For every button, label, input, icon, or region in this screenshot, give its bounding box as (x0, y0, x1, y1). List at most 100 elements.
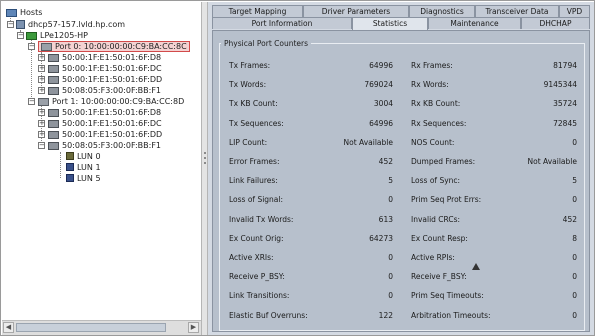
counter-value: 0 (388, 272, 393, 281)
tree-node-target[interactable]: 50:00:1F:E1:50:01:6F:DC (48, 63, 162, 74)
expand-target-toggle[interactable]: + (38, 65, 45, 72)
target-icon (48, 109, 59, 117)
counter-value: 64273 (369, 234, 393, 243)
tab-statistics[interactable]: Statistics (352, 17, 428, 30)
counter-value: 0 (572, 138, 577, 147)
splitter-grip (204, 157, 206, 159)
counter-value: Not Available (527, 157, 577, 166)
lun-icon (66, 152, 74, 160)
counter-label: Loss of Signal: (229, 195, 284, 204)
counter-value: 0 (388, 253, 393, 262)
counter-label: Link Transitions: (229, 291, 290, 300)
tree-node-target[interactable]: 50:00:1F:E1:50:01:6F:DD (48, 129, 162, 140)
expand-target-toggle[interactable]: + (38, 87, 45, 94)
tree-node-lun[interactable]: LUN 1 (66, 162, 101, 173)
tree-horizontal-scrollbar[interactable]: ◀ ▶ (2, 320, 201, 335)
expand-target-toggle[interactable]: + (38, 54, 45, 61)
expand-target-toggle[interactable]: + (38, 76, 45, 83)
counter-label: Arbitration Timeouts: (411, 311, 491, 320)
tree-node-target[interactable]: 50:00:1F:E1:50:01:6F:D8 (48, 52, 161, 63)
tree-node-port0[interactable]: Port 0: 10:00:00:00:C9:BA:CC:8C (38, 41, 190, 52)
expand-target-toggle[interactable]: + (38, 109, 45, 116)
tree-connector (60, 152, 61, 178)
counter-label: Active XRIs: (229, 253, 274, 262)
host-tree[interactable]: Hosts − dhcp57-157.lvld.hp.com − LPe1205… (2, 2, 201, 320)
tab-row-bottom: Port Information Statistics Maintenance … (212, 17, 590, 30)
tree-node-target[interactable]: 50:00:1F:E1:50:01:6F:DC (48, 118, 162, 129)
tab-vpd[interactable]: VPD (559, 5, 590, 17)
tree-node-lun[interactable]: LUN 5 (66, 173, 101, 184)
collapse-target-toggle[interactable]: − (38, 142, 45, 149)
counter-label: Ex Count Resp: (411, 234, 468, 243)
target-icon (48, 76, 59, 84)
scrollbar-thumb[interactable] (16, 323, 166, 332)
tab-maintenance[interactable]: Maintenance (428, 17, 521, 29)
adapter-icon (26, 32, 37, 40)
counter-label: Rx Frames: (411, 61, 453, 70)
tree-node-target[interactable]: 50:00:1F:E1:50:01:6F:D8 (48, 107, 161, 118)
server-icon (16, 20, 25, 29)
tree-root-hosts[interactable]: Hosts (6, 7, 42, 18)
counter-label: Ex Count Orig: (229, 234, 284, 243)
counter-value: 9145344 (543, 80, 577, 89)
counter-value: 0 (388, 195, 393, 204)
collapse-port1-toggle[interactable]: − (28, 98, 35, 105)
counter-label: Invalid Tx Words: (229, 215, 294, 224)
application-window: Hosts − dhcp57-157.lvld.hp.com − LPe1205… (0, 0, 595, 336)
target-icon (48, 65, 59, 73)
scroll-right-icon[interactable]: ▶ (188, 322, 199, 333)
counter-label: Invalid CRCs: (411, 215, 461, 224)
counter-value: 5 (572, 176, 577, 185)
counter-value: 0 (572, 195, 577, 204)
expand-target-toggle[interactable]: + (38, 120, 45, 127)
counter-value: 72845 (553, 119, 577, 128)
counter-label: NOS Count: (411, 138, 455, 147)
tree-node-lun[interactable]: LUN 0 (66, 151, 101, 162)
expand-target-toggle[interactable]: + (38, 131, 45, 138)
tab-diagnostics[interactable]: Diagnostics (409, 5, 475, 17)
group-title: Physical Port Counters (221, 39, 312, 48)
tab-driver-parameters[interactable]: Driver Parameters (303, 5, 409, 17)
counter-value: 0 (572, 272, 577, 281)
counter-value: 0 (572, 311, 577, 320)
target-icon (48, 87, 59, 95)
tree-node-target[interactable]: 50:00:1F:E1:50:01:6F:DD (48, 74, 162, 85)
tab-transceiver-data[interactable]: Transceiver Data (475, 5, 559, 17)
pane-splitter[interactable] (201, 2, 208, 335)
counter-value: 613 (378, 215, 393, 224)
mouse-cursor-icon (472, 263, 480, 270)
tree-node-port1[interactable]: Port 1: 10:00:00:00:C9:BA:CC:8D (38, 96, 184, 107)
counter-label: Dumped Frames: (411, 157, 476, 166)
counter-value: 0 (572, 253, 577, 262)
scroll-left-icon[interactable]: ◀ (3, 322, 14, 333)
counter-value: Not Available (343, 138, 393, 147)
target-icon (48, 142, 59, 150)
collapse-port0-toggle[interactable]: − (28, 43, 35, 50)
counter-label: Rx KB Count: (411, 99, 461, 108)
counter-value: 0 (388, 291, 393, 300)
lun-icon (66, 174, 74, 182)
tree-node-host[interactable]: dhcp57-157.lvld.hp.com (16, 19, 125, 30)
collapse-host-toggle[interactable]: − (7, 21, 14, 28)
tree-node-target[interactable]: 50:08:05:F3:00:0F:BB:F1 (48, 85, 161, 96)
tab-port-information[interactable]: Port Information (212, 17, 352, 29)
counter-value: 35724 (553, 99, 577, 108)
counter-value: 0 (572, 291, 577, 300)
counter-label: Active RPIs: (411, 253, 455, 262)
lun-icon (66, 163, 74, 171)
counter-label: Tx Sequences: (229, 119, 284, 128)
tab-dhchap[interactable]: DHCHAP (521, 17, 590, 29)
tab-target-mapping[interactable]: Target Mapping (212, 5, 303, 17)
counter-label: Elastic Buf Overruns: (229, 311, 308, 320)
port-icon (41, 43, 52, 51)
counter-value: 452 (378, 157, 393, 166)
tree-node-target[interactable]: 50:08:05:F3:00:0F:BB:F1 (48, 140, 161, 151)
counter-value: 5 (388, 176, 393, 185)
counter-value: 64996 (369, 119, 393, 128)
counter-value: 452 (562, 215, 577, 224)
hosts-icon (6, 9, 17, 17)
counter-value: 81794 (553, 61, 577, 70)
tree-node-hba[interactable]: LPe1205-HP (26, 30, 88, 41)
collapse-hba-toggle[interactable]: − (17, 32, 24, 39)
counter-label: Rx Words: (411, 80, 449, 89)
